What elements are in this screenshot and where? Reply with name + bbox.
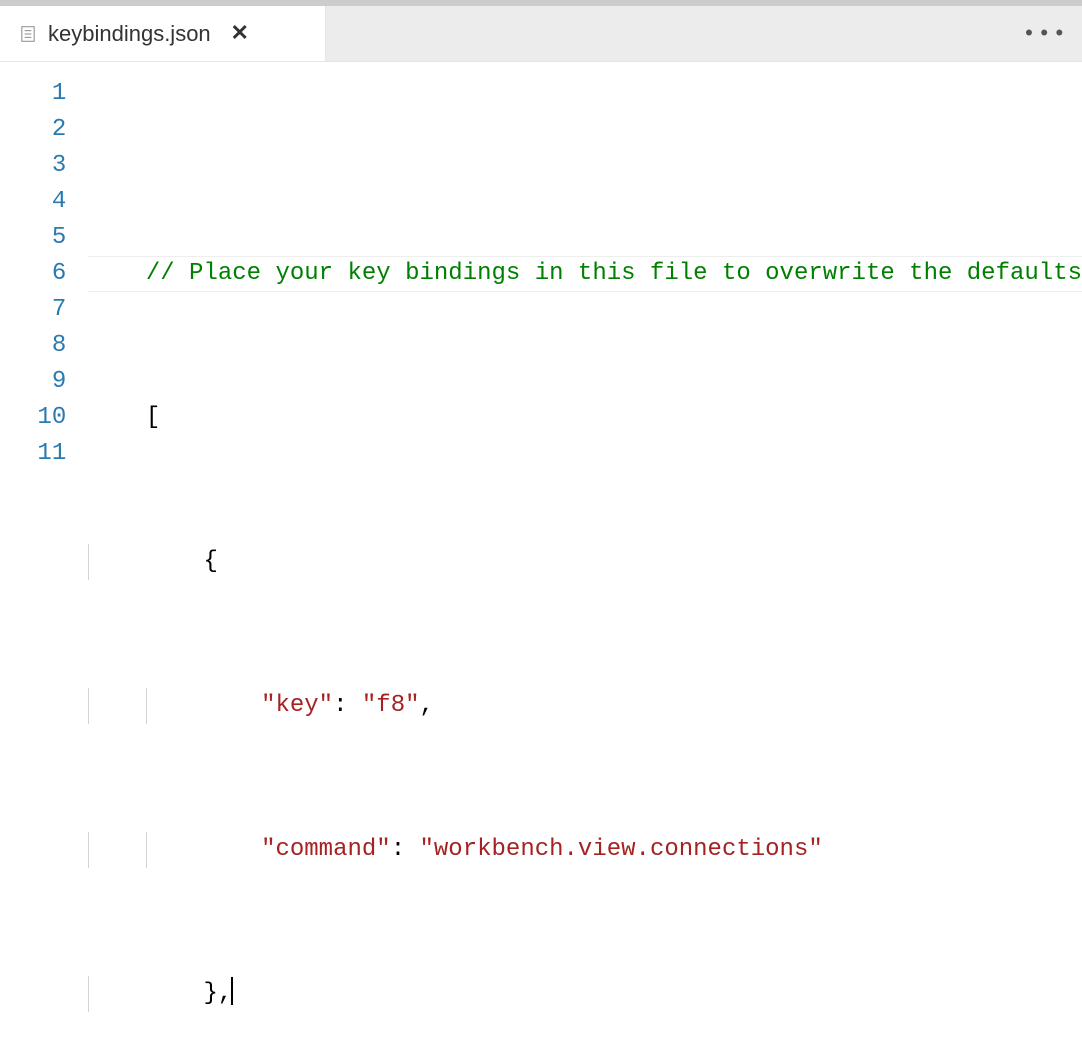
editor[interactable]: 1 2 3 4 5 6 7 8 9 10 11 // Place your ke… — [0, 62, 1082, 1052]
tab-label: keybindings.json — [48, 21, 211, 47]
json-string: "f8" — [362, 692, 420, 719]
code-line: "command": "workbench.view.connections" — [88, 832, 1082, 868]
line-number: 3 — [0, 148, 66, 184]
comment-token: // Place your key bindings in this file … — [146, 260, 1082, 287]
json-key: "command" — [261, 836, 391, 863]
code-line: "key": "f8", — [88, 688, 1082, 724]
line-number: 5 — [0, 220, 66, 256]
line-number: 4 — [0, 184, 66, 220]
overflow-menu-icon[interactable]: ••• — [1022, 22, 1068, 47]
code-line: // Place your key bindings in this file … — [88, 256, 1082, 292]
line-number: 7 — [0, 292, 66, 328]
code-area[interactable]: // Place your key bindings in this file … — [88, 62, 1082, 1052]
code-line: { — [88, 544, 1082, 580]
line-number: 2 — [0, 112, 66, 148]
file-icon — [18, 24, 38, 44]
code-line: }, — [88, 976, 1082, 1012]
line-number: 1 — [0, 76, 66, 112]
tab-bar: keybindings.json ✕ ••• — [0, 6, 1082, 62]
line-number: 8 — [0, 328, 66, 364]
brace-close-comma: }, — [203, 980, 232, 1007]
cursor — [231, 977, 233, 1005]
close-icon[interactable]: ✕ — [227, 21, 253, 47]
line-number: 6 — [0, 256, 66, 292]
bracket-open: [ — [146, 404, 160, 431]
json-string: "workbench.view.connections" — [420, 836, 823, 863]
line-number: 11 — [0, 436, 66, 472]
gutter: 1 2 3 4 5 6 7 8 9 10 11 — [0, 62, 88, 1052]
code-line: [ — [88, 400, 1082, 436]
line-number: 9 — [0, 364, 66, 400]
colon: : — [391, 836, 405, 863]
colon: : — [333, 692, 347, 719]
line-number: 10 — [0, 400, 66, 436]
brace-open: { — [203, 548, 217, 575]
json-key: "key" — [261, 692, 333, 719]
comma: , — [420, 692, 434, 719]
tab-keybindings[interactable]: keybindings.json ✕ — [0, 6, 326, 61]
